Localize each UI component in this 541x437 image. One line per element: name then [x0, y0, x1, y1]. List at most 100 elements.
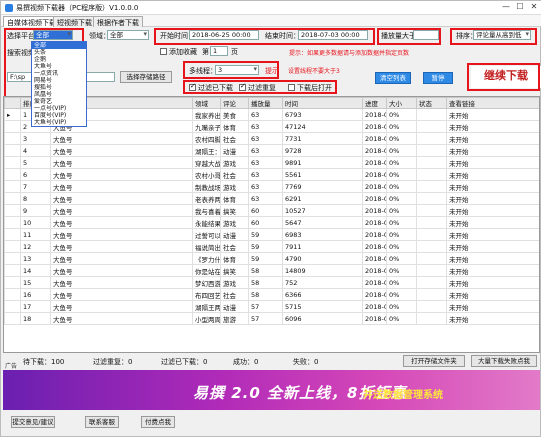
- table-row[interactable]: 11大鱼号过誓可以迎明，荣嗑才是副都长动漫5969832018-06-27 1.…: [4, 228, 539, 241]
- continue-download-button[interactable]: 继续下载: [471, 66, 541, 88]
- cell-title: 九嘴亲子!! 马拉多纳：看台上一只行走的表情包: [192, 120, 221, 133]
- cell-time: 2018-06-27 1...: [362, 144, 387, 157]
- contact-button[interactable]: 联系客服: [85, 416, 119, 428]
- table-row[interactable]: 8大鱼号老表养两个鸡蛋，小小再为其事上住过我鹅...体育6362912018-0…: [4, 192, 539, 205]
- open-folder-button[interactable]: 打开存储文件夹: [403, 355, 465, 367]
- cell-size: [416, 228, 447, 241]
- pay-button[interactable]: 付费点我: [141, 416, 175, 428]
- sort-select[interactable]: 评论量从高到低: [473, 30, 531, 40]
- table-row[interactable]: 17大鱼号湖隔王两分钟环你看完幸福再后的爱民四回动漫5757152018-06-…: [4, 300, 539, 313]
- tab-short-video[interactable]: 短视频下载: [53, 16, 96, 27]
- tab-media-video[interactable]: 自媒体视频下载: [3, 16, 60, 27]
- maximize-button[interactable]: ☐: [513, 2, 527, 13]
- cell-progress: 0%: [386, 252, 417, 265]
- col-plays[interactable]: 播放量: [248, 97, 283, 109]
- ad-banner[interactable]: 广告 易撰 2.0 全新上线，8折钜惠 并送数据管理系统: [3, 363, 540, 410]
- minimize-button[interactable]: —: [499, 2, 513, 13]
- cell-platform: 大鱼号: [50, 132, 193, 145]
- cell-plays: 6366: [282, 288, 363, 301]
- platform-select[interactable]: 全部: [33, 30, 73, 40]
- col-time[interactable]: 时间: [282, 97, 363, 109]
- table-row[interactable]: 5大鱼号穿越大战：一秒钟80元手脚的飞机，志颖...游戏6398912018-0…: [4, 156, 539, 169]
- cell-index: 4: [20, 144, 51, 157]
- table-row[interactable]: 14大鱼号你是站在代获过是仕执望着未着？太领天了搞笑58148092018-06…: [4, 264, 539, 277]
- cell-domain: 搞笑: [220, 264, 249, 277]
- page-label: 第: [202, 48, 209, 56]
- open-after-download-checkbox[interactable]: [288, 84, 295, 91]
- cell-title: 梦幻西游：买个新号本开办金宝箱、这气...: [192, 276, 221, 289]
- cell-plays: 4790: [282, 252, 363, 265]
- platform-option[interactable]: 网易号: [32, 77, 86, 84]
- table-row[interactable]: 7大鱼号制教战场：100个我家我农步，却没人去...游戏6377692018-0…: [4, 180, 539, 193]
- cell-size: [416, 192, 447, 205]
- table-row[interactable]: 16大鱼号布四回艺深藏不露，为我直接一份小生命...社会5863662018-0…: [4, 288, 539, 301]
- col-comments[interactable]: 评论: [220, 97, 249, 109]
- cell-title: 湖隔王：四舍去掉入手的大杯子，接住红...: [192, 144, 221, 157]
- batch-fail-button[interactable]: 大量下载失败点我: [471, 355, 537, 367]
- footer-bar: 提交意见/建议 联系客服 付费点我: [3, 412, 540, 436]
- platform-option[interactable]: 搜狐号: [32, 84, 86, 91]
- table-row[interactable]: 4大鱼号湖隔王：四舍去掉入手的大杯子，接住红...动漫6397282018-06…: [4, 144, 539, 157]
- col-size[interactable]: 大小: [386, 97, 417, 109]
- platform-option[interactable]: 企鹅: [32, 56, 86, 63]
- table-row[interactable]: 13大鱼号《罗力什么没有收多？只因为他大有爱心...体育5947902018-0…: [4, 252, 539, 265]
- add-favorites-checkbox[interactable]: [160, 48, 167, 55]
- cell-title: 穿越大战：一秒钟80元手脚的飞机，志颖...: [192, 156, 221, 169]
- platform-option[interactable]: 一点号(VIP): [32, 105, 86, 112]
- filter-duplicates-checkbox[interactable]: [239, 82, 246, 91]
- choose-dir-button[interactable]: 选择存储路径: [120, 71, 172, 83]
- table-row[interactable]: 18大鱼号小型两周月正第，那鸭们一大早就过来...旅游5760962018-06…: [4, 312, 539, 325]
- domain-select[interactable]: 全部: [107, 30, 149, 40]
- platform-option[interactable]: 一点资讯: [32, 70, 86, 77]
- cell-plays: 7769: [282, 180, 363, 193]
- table-row[interactable]: 3大鱼号农村四脚：王四六试探了一只狗子，全家...社会6377312018-06…: [4, 132, 539, 145]
- cell-plays: 9728: [282, 144, 363, 157]
- cell-time: 2018-06-26 2...: [362, 216, 387, 229]
- platform-option[interactable]: 大鱼号(VIP): [32, 119, 86, 126]
- threads-select[interactable]: 3: [215, 65, 259, 75]
- platform-option[interactable]: 爱奇艺: [32, 98, 86, 105]
- feedback-button[interactable]: 提交意见/建议: [11, 416, 55, 428]
- platform-option[interactable]: 全部: [32, 42, 86, 49]
- table-row[interactable]: 9大鱼号我与喜着由学清调、打电话结社会王卖高...搞笑60105272018-0…: [4, 204, 539, 217]
- clear-list-button[interactable]: 清空列表: [375, 72, 411, 84]
- platform-dropdown[interactable]: 全部 头条 企鹅 大鱼号 一点资讯 网易号 搜狐号 凤凰号 爱奇艺 一点号(VIP) 百度号(VIP…: [31, 41, 87, 127]
- platform-option[interactable]: 头条: [32, 49, 86, 56]
- cell-time: 2018-06-27 0...: [362, 156, 387, 169]
- end-time-input[interactable]: 2018-07-03 00:00: [298, 30, 368, 40]
- col-status[interactable]: 状态: [416, 97, 447, 109]
- cell-title: 你是站在代获过是仕执望着未着？太领天了: [192, 264, 221, 277]
- cell-plays: 7731: [282, 132, 363, 145]
- platform-option[interactable]: 凤凰号: [32, 91, 86, 98]
- cell-comments: 60: [248, 204, 283, 217]
- cell-title: 我家养出名的狸猫，啥刻刷一只，农村小...: [192, 108, 221, 121]
- table-row[interactable]: 10大鱼号永能结果家班，你不容易就咱刷新了的...游戏6056472018-06…: [4, 216, 539, 229]
- play-count-input[interactable]: [413, 30, 439, 40]
- cell-time: 2018-06-26 1...: [362, 312, 387, 325]
- page-unit: 页: [231, 48, 238, 56]
- close-button[interactable]: ✕: [527, 2, 541, 13]
- platform-option[interactable]: 百度号(VIP): [32, 112, 86, 119]
- cell-domain: 社会: [220, 132, 249, 145]
- col-link[interactable]: 查看链接: [446, 97, 539, 109]
- col-progress[interactable]: 进度: [362, 97, 387, 109]
- pause-button[interactable]: 暂停: [423, 72, 453, 84]
- row-indicator: [4, 180, 21, 193]
- cell-index: 6: [20, 168, 51, 181]
- platform-option[interactable]: 大鱼号: [32, 63, 86, 70]
- table-row[interactable]: 12大鱼号福说简出新招，行车记录仪都不管用，让...社会5979112018-0…: [4, 240, 539, 253]
- table-row[interactable]: 15大鱼号梦幻西游：买个新号本开办金宝箱、这气...游戏587522018-06…: [4, 276, 539, 289]
- cell-status: 未开始: [446, 156, 539, 169]
- filter-downloaded-checkbox[interactable]: [189, 82, 196, 91]
- table-row[interactable]: 6大鱼号农村小哥看卖菜卖补养，一天卖300斤，他...社会6355612018-…: [4, 168, 539, 181]
- page-input[interactable]: 1: [210, 46, 228, 56]
- cell-progress: 0%: [386, 192, 417, 205]
- row-indicator: [4, 300, 21, 313]
- cell-size: [416, 180, 447, 193]
- start-time-input[interactable]: 2018-06-25 00:00: [189, 30, 259, 40]
- cell-platform: 大鱼号: [50, 240, 193, 253]
- tab-by-author[interactable]: 根据作者下载: [93, 16, 143, 27]
- col-domain[interactable]: 领域: [192, 97, 221, 109]
- cell-title: 福说简出新招，行车记录仪都不管用，让...: [192, 240, 221, 253]
- add-favorites-label: 添加收藏: [169, 48, 197, 56]
